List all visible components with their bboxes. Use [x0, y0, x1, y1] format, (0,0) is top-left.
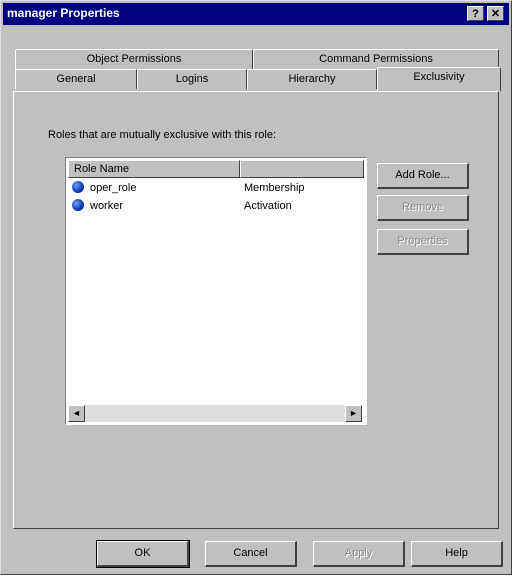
- tab-label: General: [56, 73, 96, 85]
- tab-label: Hierarchy: [288, 73, 336, 85]
- properties-dialog: manager Properties ? ✕ Object Permission…: [0, 0, 512, 575]
- tab-label: Logins: [175, 73, 209, 85]
- role-icon: [72, 181, 84, 193]
- window-title: manager Properties: [7, 6, 120, 20]
- help-title-button[interactable]: ?: [467, 6, 484, 21]
- properties-button[interactable]: Properties: [377, 229, 469, 255]
- remove-button[interactable]: Remove: [377, 195, 469, 221]
- tab-label: Exclusivity: [413, 71, 465, 83]
- column-header-type[interactable]: [240, 160, 364, 178]
- horizontal-scrollbar[interactable]: ◄ ►: [68, 405, 362, 422]
- exclusive-roles-description: Roles that are mutually exclusive with t…: [48, 129, 277, 141]
- tab-label: Command Permissions: [319, 53, 433, 65]
- apply-button[interactable]: Apply: [313, 541, 405, 567]
- list-item[interactable]: oper_role Membership: [72, 180, 362, 196]
- tab-general[interactable]: General: [15, 69, 137, 89]
- tab-label: Object Permissions: [86, 53, 182, 65]
- tab-exclusivity[interactable]: Exclusivity: [377, 67, 501, 91]
- role-exclusivity-type: Activation: [244, 200, 292, 212]
- title-bar: manager Properties ? ✕: [3, 3, 509, 25]
- tab-object-permissions[interactable]: Object Permissions: [15, 49, 253, 69]
- scroll-right-icon[interactable]: ►: [345, 405, 362, 422]
- list-item[interactable]: worker Activation: [72, 198, 362, 214]
- exclusive-roles-list[interactable]: Role Name oper_role Membership worker Ac…: [65, 157, 367, 425]
- close-title-button[interactable]: ✕: [487, 6, 504, 21]
- tab-hierarchy[interactable]: Hierarchy: [247, 69, 377, 89]
- role-exclusivity-type: Membership: [244, 182, 305, 194]
- tab-logins[interactable]: Logins: [137, 69, 247, 89]
- cancel-button[interactable]: Cancel: [205, 541, 297, 567]
- tab-command-permissions[interactable]: Command Permissions: [253, 49, 499, 69]
- role-name: oper_role: [90, 182, 137, 194]
- add-role-button[interactable]: Add Role...: [377, 163, 469, 189]
- scroll-left-icon[interactable]: ◄: [68, 405, 85, 422]
- ok-button[interactable]: OK: [96, 540, 190, 568]
- role-name: worker: [90, 200, 124, 212]
- help-button[interactable]: Help: [411, 541, 503, 567]
- role-icon: [72, 199, 84, 211]
- column-header-role-name[interactable]: Role Name: [68, 160, 240, 178]
